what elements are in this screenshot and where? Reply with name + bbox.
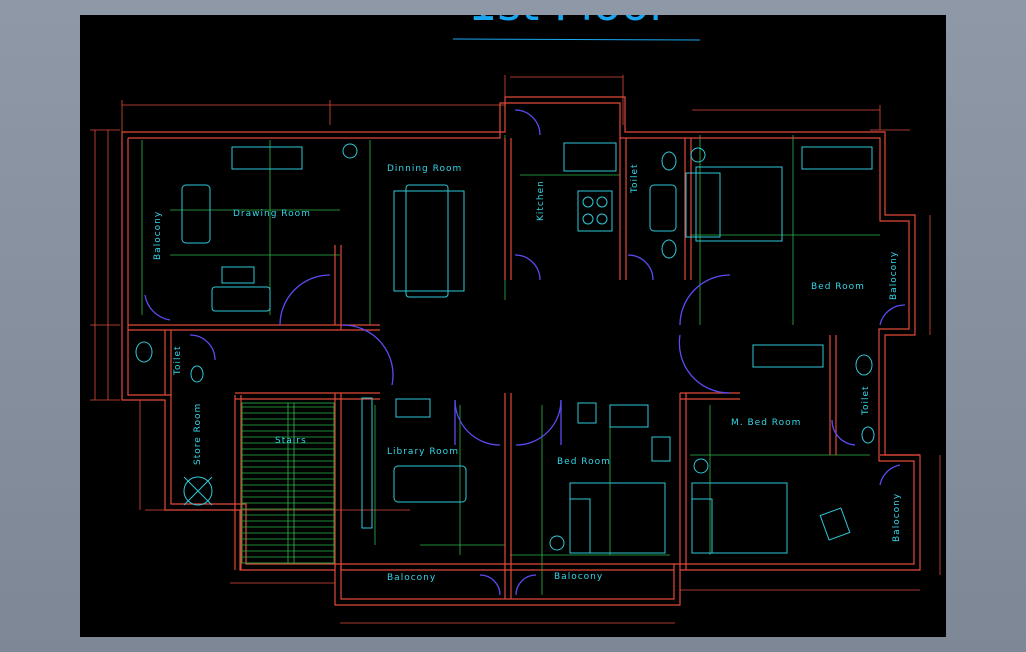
room-label-balcony-south-1: Balocony — [387, 573, 436, 583]
title-underline — [452, 38, 701, 41]
room-label-balcony-south-2: Balocony — [554, 572, 603, 582]
room-label-bed-room-ne: Bed Room — [811, 282, 865, 292]
door-swings — [144, 109, 906, 596]
floor-plan-drawing: 1st Floor — [90, 15, 941, 624]
room-label-balcony-east: Balocony — [889, 251, 899, 300]
room-label-bed-room-south: Bed Room — [557, 457, 611, 467]
dimension-lines — [90, 75, 941, 624]
room-label-dinning-room: Dinning Room — [387, 164, 462, 174]
room-label-toilet-east: Toilet — [861, 385, 871, 416]
room-label-toilet-west: Toilet — [173, 345, 183, 376]
cad-drawing-viewport[interactable]: 1st Floor — [80, 15, 946, 637]
room-label-stairs: Stairs — [275, 436, 307, 446]
drawing-title: 1st Floor — [468, 15, 668, 31]
room-label-balcony-southeast: Balocony — [892, 493, 902, 542]
room-labels: Balocony Drawing Room Dinning Room Kitch… — [153, 163, 902, 583]
room-label-toilet-top: Toilet — [630, 163, 640, 194]
room-label-library-room: Library Room — [387, 447, 459, 457]
room-label-balcony-west: Balocony — [153, 211, 163, 260]
room-label-store-room: Store Room — [193, 403, 203, 465]
room-label-drawing-room: Drawing Room — [233, 209, 311, 219]
room-label-kitchen: Kitchen — [536, 180, 546, 221]
room-label-m-bed-room: M. Bed Room — [731, 418, 801, 428]
